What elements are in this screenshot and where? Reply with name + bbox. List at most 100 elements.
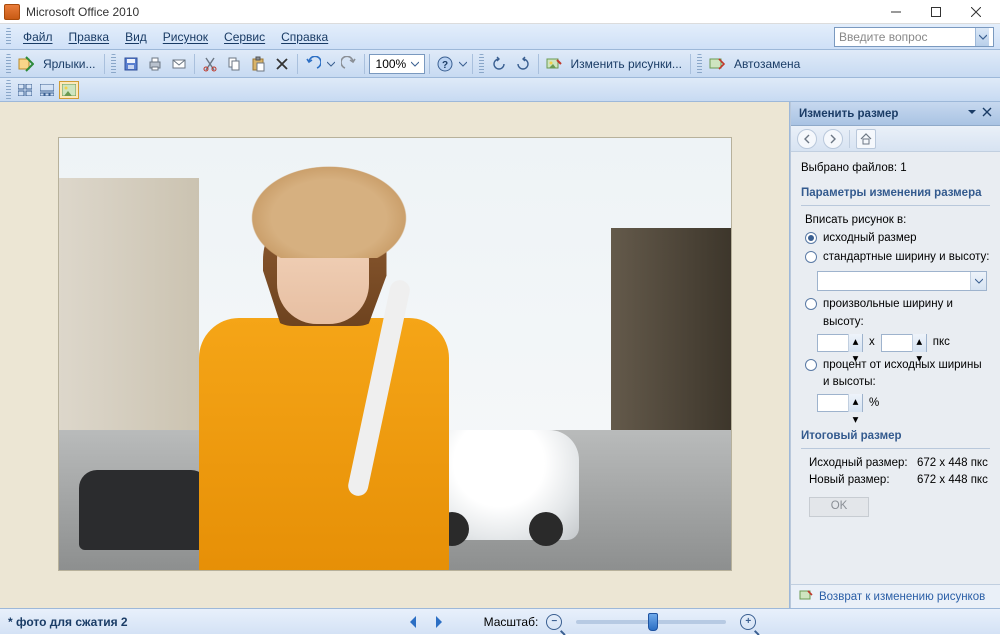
percent-input[interactable]: ▴▾ (817, 394, 863, 412)
view-filmstrip-button[interactable] (37, 81, 57, 99)
menu-edit[interactable]: Правка (61, 28, 118, 46)
radio-percent[interactable]: процент от исходных ширины и высоты: (805, 356, 990, 393)
view-grip[interactable] (6, 80, 11, 100)
paste-icon[interactable] (247, 53, 269, 75)
help-search-dropdown-icon[interactable] (975, 28, 989, 46)
app-icon (4, 4, 20, 20)
radio-standard-size[interactable]: стандартные ширину и высоту: (805, 248, 990, 267)
combo-dropdown-icon[interactable] (970, 272, 986, 290)
redo-icon[interactable] (338, 53, 360, 75)
ok-button[interactable]: OK (809, 497, 869, 517)
selected-files-label: Выбрано файлов: (801, 162, 897, 174)
panel-title: Изменить размер (799, 108, 898, 120)
panel-back-icon[interactable] (797, 129, 817, 149)
original-size-row: Исходный размер: 672 x 448 пкс (809, 455, 990, 472)
print-icon[interactable] (144, 53, 166, 75)
toolbar-grip-2[interactable] (111, 54, 116, 74)
radio-icon (805, 359, 817, 371)
shortcuts-label[interactable]: Ярлыки... (39, 57, 100, 71)
zoom-slider-thumb[interactable] (648, 613, 658, 631)
panel-forward-icon[interactable] (823, 129, 843, 149)
shortcuts-icon[interactable] (15, 53, 37, 75)
rotate-right-icon[interactable] (512, 53, 534, 75)
menu-view[interactable]: Вид (117, 28, 155, 46)
menu-grip[interactable] (6, 28, 11, 46)
selected-files-count: 1 (900, 162, 906, 174)
menu-help[interactable]: Справка (273, 28, 336, 46)
footer-link[interactable]: Возврат к изменению рисунков (819, 591, 985, 603)
panel-body: Выбрано файлов: 1 Параметры изменения ра… (791, 152, 1000, 584)
panel-menu-icon[interactable] (968, 107, 976, 120)
help-search-box[interactable]: Введите вопрос (834, 27, 994, 47)
edit-pictures-label[interactable]: Изменить рисунки... (567, 57, 686, 71)
autocorrect-label[interactable]: Автозамена (730, 57, 804, 71)
toolbar-grip-4[interactable] (697, 54, 702, 74)
next-image-button[interactable] (430, 613, 448, 631)
zoom-slider[interactable] (576, 620, 726, 624)
app-title: Microsoft Office 2010 (26, 5, 139, 19)
custom-unit: пкс (933, 334, 950, 351)
view-toolbar (0, 78, 1000, 102)
percent-inputs: ▴▾ % (817, 394, 990, 412)
minimize-button[interactable] (876, 0, 916, 24)
autocorrect-icon[interactable] (706, 53, 728, 75)
mail-icon[interactable] (168, 53, 190, 75)
undo-icon[interactable] (302, 53, 324, 75)
spin-down-icon[interactable]: ▾ (849, 412, 862, 429)
spin-up-icon[interactable]: ▴ (913, 334, 926, 351)
toolbar-grip-1[interactable] (6, 54, 11, 74)
canvas-area[interactable] (0, 102, 790, 608)
rotate-left-icon[interactable] (488, 53, 510, 75)
prev-image-button[interactable] (404, 613, 422, 631)
zoom-in-icon[interactable]: + (740, 614, 756, 630)
edit-pictures-icon[interactable] (543, 53, 565, 75)
result-header: Итоговый размер (801, 428, 990, 448)
menu-tools[interactable]: Сервис (216, 28, 273, 46)
menu-file[interactable]: Файл (15, 28, 61, 46)
menu-picture[interactable]: Рисунок (155, 28, 216, 46)
radio-icon (805, 251, 817, 263)
custom-height-input[interactable]: ▴▾ (881, 334, 927, 352)
help-search-placeholder: Введите вопрос (839, 30, 928, 44)
view-single-button[interactable] (59, 81, 79, 99)
help-dropdown-icon[interactable] (458, 60, 468, 68)
footer-icon (799, 588, 813, 605)
radio-original-size[interactable]: исходный размер (805, 229, 990, 248)
cut-icon[interactable] (199, 53, 221, 75)
new-size-label: Новый размер: (809, 472, 917, 489)
maximize-button[interactable] (916, 0, 956, 24)
standard-size-combo[interactable] (817, 271, 987, 291)
original-size-value: 672 x 448 пкс (917, 455, 988, 472)
radio-custom-label: произвольные ширину и высоту: (823, 296, 990, 331)
new-size-value: 672 x 448 пкс (917, 472, 988, 489)
close-button[interactable] (956, 0, 996, 24)
radio-standard-label: стандартные ширину и высоту: (823, 249, 989, 266)
toolbar-grip-3[interactable] (479, 54, 484, 74)
radio-custom-size[interactable]: произвольные ширину и высоту: (805, 295, 990, 332)
save-icon[interactable] (120, 53, 142, 75)
spin-up-icon[interactable]: ▴ (849, 334, 862, 351)
undo-dropdown-icon[interactable] (326, 60, 336, 68)
zoom-combo[interactable] (369, 54, 425, 74)
zoom-dropdown-icon[interactable] (410, 60, 420, 68)
status-bar: * фото для сжатия 2 Масштаб: − + (0, 608, 1000, 634)
custom-sep: x (869, 334, 875, 351)
custom-width-input[interactable]: ▴▾ (817, 334, 863, 352)
image-preview[interactable] (59, 138, 731, 570)
panel-footer: Возврат к изменению рисунков (791, 584, 1000, 608)
zoom-out-icon[interactable]: − (546, 614, 562, 630)
help-icon[interactable]: ? (434, 53, 456, 75)
panel-home-icon[interactable] (856, 129, 876, 149)
delete-icon[interactable] (271, 53, 293, 75)
svg-text:?: ? (441, 60, 447, 71)
spin-up-icon[interactable]: ▴ (849, 394, 862, 411)
view-thumbnails-button[interactable] (15, 81, 35, 99)
zoom-label: Масштаб: (484, 615, 539, 629)
copy-icon[interactable] (223, 53, 245, 75)
fit-label: Вписать рисунок в: (805, 212, 990, 229)
panel-close-icon[interactable] (982, 107, 992, 120)
menu-bar: Файл Правка Вид Рисунок Сервис Справка В… (0, 24, 1000, 50)
resize-panel: Изменить размер Выбрано файлов: 1 Параме… (790, 102, 1000, 608)
radio-percent-label: процент от исходных ширины и высоты: (823, 357, 990, 392)
zoom-input[interactable] (374, 56, 410, 72)
